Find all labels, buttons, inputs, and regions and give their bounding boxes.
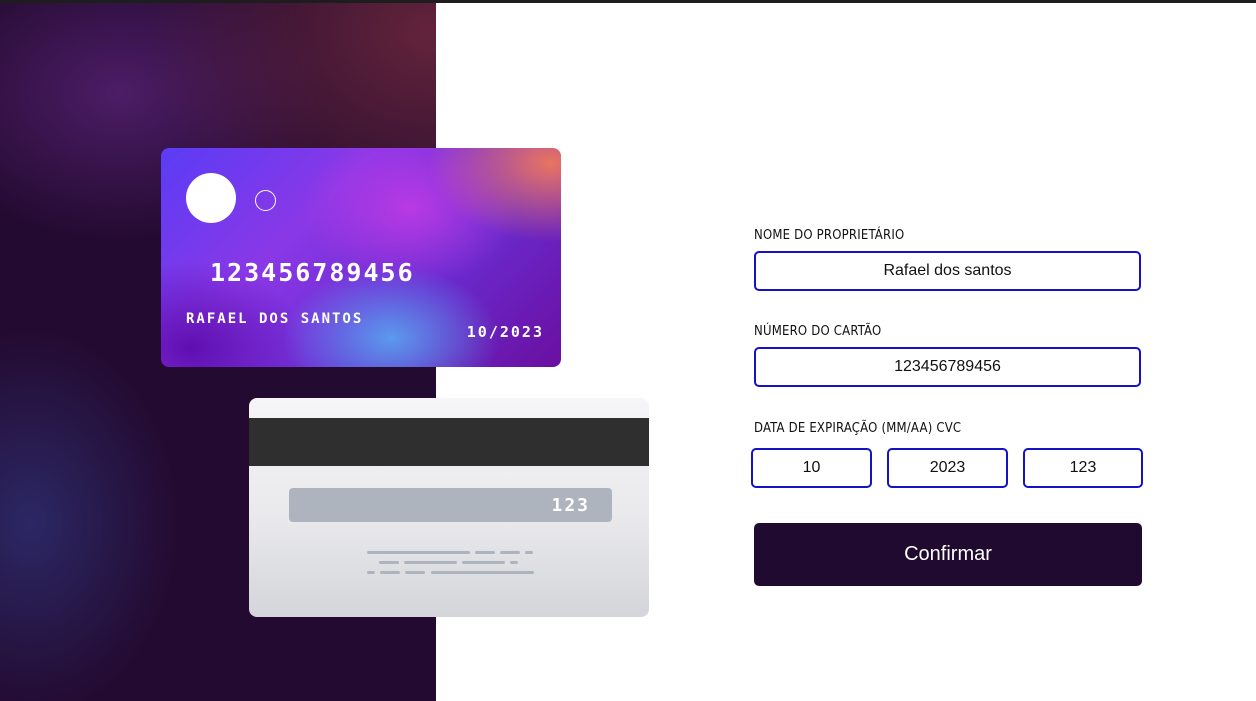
decorative-line — [462, 561, 505, 564]
decorative-line — [525, 551, 533, 554]
confirm-button[interactable]: Confirmar — [754, 523, 1142, 586]
card-front: 123456789456 RAFAEL DOS SANTOS 10/2023 — [161, 148, 561, 367]
owner-label: NOME DO PROPRIETÁRIO — [754, 228, 905, 243]
cvc-input[interactable] — [1023, 448, 1143, 488]
card-back: 123 — [249, 398, 649, 617]
decorative-line — [367, 571, 375, 574]
decorative-line — [367, 551, 470, 554]
decorative-line — [431, 571, 534, 574]
expiry-month-input[interactable] — [751, 448, 872, 488]
card-number-input[interactable] — [754, 347, 1141, 387]
signature-strip: 123 — [289, 488, 612, 522]
owner-input[interactable] — [754, 251, 1141, 291]
decorative-line — [510, 561, 518, 564]
decorative-line — [405, 571, 425, 574]
decorative-line — [404, 561, 457, 564]
decorative-line — [379, 561, 399, 564]
card-logo-circle-small — [255, 190, 276, 211]
decorative-line — [475, 551, 495, 554]
card-front-holder: RAFAEL DOS SANTOS — [186, 311, 364, 327]
card-front-expiry: 10/2023 — [466, 323, 544, 341]
decorative-line — [380, 571, 400, 574]
card-back-cvc: 123 — [551, 495, 590, 516]
card-logo-circle-large — [186, 173, 236, 223]
expiry-year-input[interactable] — [887, 448, 1008, 488]
expiry-cvc-label: DATA DE EXPIRAÇÃO (MM/AA) CVC — [754, 421, 962, 436]
card-number-label: NÚMERO DO CARTÃO — [754, 324, 882, 339]
decorative-line — [500, 551, 520, 554]
magnetic-stripe — [249, 418, 649, 466]
card-front-number: 123456789456 — [210, 258, 415, 287]
